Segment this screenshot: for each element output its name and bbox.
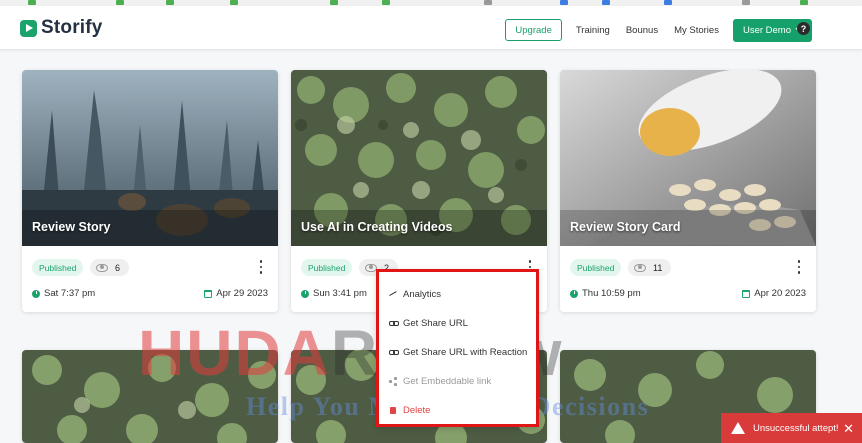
status-badge: Published bbox=[570, 259, 622, 276]
story-time: Sun 3:41 pm bbox=[301, 288, 367, 299]
error-toast: Unsuccessful attept! ✕ bbox=[721, 413, 862, 443]
story-card[interactable]: Review Story Published 6 Sat 7:37 pm Apr… bbox=[22, 70, 278, 312]
story-thumbnail bbox=[22, 350, 278, 443]
story-options-menu: Analytics Get Share URL Get Share URL wi… bbox=[376, 269, 539, 427]
story-title: Use AI in Creating Videos bbox=[301, 220, 453, 234]
menu-item-share-url[interactable]: Get Share URL bbox=[389, 315, 468, 331]
story-time: Thu 10:59 pm bbox=[570, 288, 641, 299]
share-icon bbox=[389, 377, 397, 385]
nav-bar: Upgrade Training Bounus My Stories User … bbox=[505, 18, 812, 42]
nav-training[interactable]: Training bbox=[576, 25, 610, 36]
menu-item-label: Get Embeddable link bbox=[403, 375, 492, 387]
warning-icon bbox=[731, 422, 745, 434]
more-options-icon[interactable] bbox=[259, 260, 263, 274]
date-text: Apr 20 2023 bbox=[754, 288, 806, 299]
date-text: Apr 29 2023 bbox=[216, 288, 268, 299]
views-count: 6 bbox=[115, 262, 121, 273]
nav-bonus[interactable]: Bounus bbox=[626, 25, 658, 36]
story-card[interactable]: Review Story Card Published 11 Thu 10:59… bbox=[560, 70, 816, 312]
user-name: User Demo bbox=[742, 24, 791, 36]
nav-my-stories[interactable]: My Stories bbox=[674, 25, 719, 36]
story-card[interactable] bbox=[22, 350, 278, 443]
close-icon[interactable]: ✕ bbox=[843, 421, 854, 437]
trash-icon bbox=[389, 406, 397, 414]
link-icon bbox=[389, 348, 399, 356]
time-text: Thu 10:59 pm bbox=[582, 288, 641, 299]
menu-item-share-reaction[interactable]: Get Share URL with Reaction bbox=[389, 344, 527, 360]
menu-item-label: Analytics bbox=[403, 288, 442, 300]
upgrade-button[interactable]: Upgrade bbox=[505, 19, 562, 41]
clock-icon bbox=[570, 289, 578, 298]
eye-icon bbox=[96, 263, 108, 272]
time-text: Sun 3:41 pm bbox=[313, 288, 367, 299]
menu-item-embeddable[interactable]: Get Embeddable link bbox=[389, 373, 491, 389]
link-icon bbox=[389, 319, 399, 327]
play-logo-icon bbox=[20, 19, 37, 37]
status-badge: Published bbox=[301, 259, 353, 276]
menu-item-label: Get Share URL bbox=[403, 317, 468, 329]
story-time: Sat 7:37 pm bbox=[32, 288, 95, 299]
calendar-icon bbox=[204, 289, 213, 298]
clock-icon bbox=[32, 289, 40, 298]
menu-item-label: Get Share URL with Reaction bbox=[403, 346, 528, 358]
top-navbar: Storify Upgrade Training Bounus My Stori… bbox=[0, 6, 862, 50]
toast-message: Unsuccessful attept! bbox=[753, 422, 839, 434]
story-date: Apr 29 2023 bbox=[204, 288, 268, 299]
calendar-icon bbox=[742, 289, 751, 298]
views-count: 11 bbox=[653, 262, 663, 273]
app-logo[interactable]: Storify bbox=[20, 16, 103, 40]
chart-icon bbox=[389, 290, 397, 298]
story-date: Apr 20 2023 bbox=[742, 288, 806, 299]
menu-item-label: Delete bbox=[403, 404, 431, 416]
views-badge: 6 bbox=[90, 259, 130, 276]
clock-icon bbox=[301, 289, 309, 298]
status-badge: Published bbox=[32, 259, 84, 276]
story-title: Review Story Card bbox=[570, 220, 681, 234]
time-text: Sat 7:37 pm bbox=[44, 288, 96, 299]
views-badge: 11 bbox=[628, 259, 672, 276]
logo-text: Storify bbox=[41, 17, 103, 38]
menu-item-analytics[interactable]: Analytics bbox=[389, 286, 441, 302]
help-icon[interactable]: ? bbox=[797, 22, 810, 35]
eye-icon bbox=[634, 263, 646, 272]
more-options-icon[interactable] bbox=[797, 260, 801, 274]
story-title: Review Story bbox=[32, 220, 111, 234]
menu-item-delete[interactable]: Delete bbox=[389, 402, 430, 418]
